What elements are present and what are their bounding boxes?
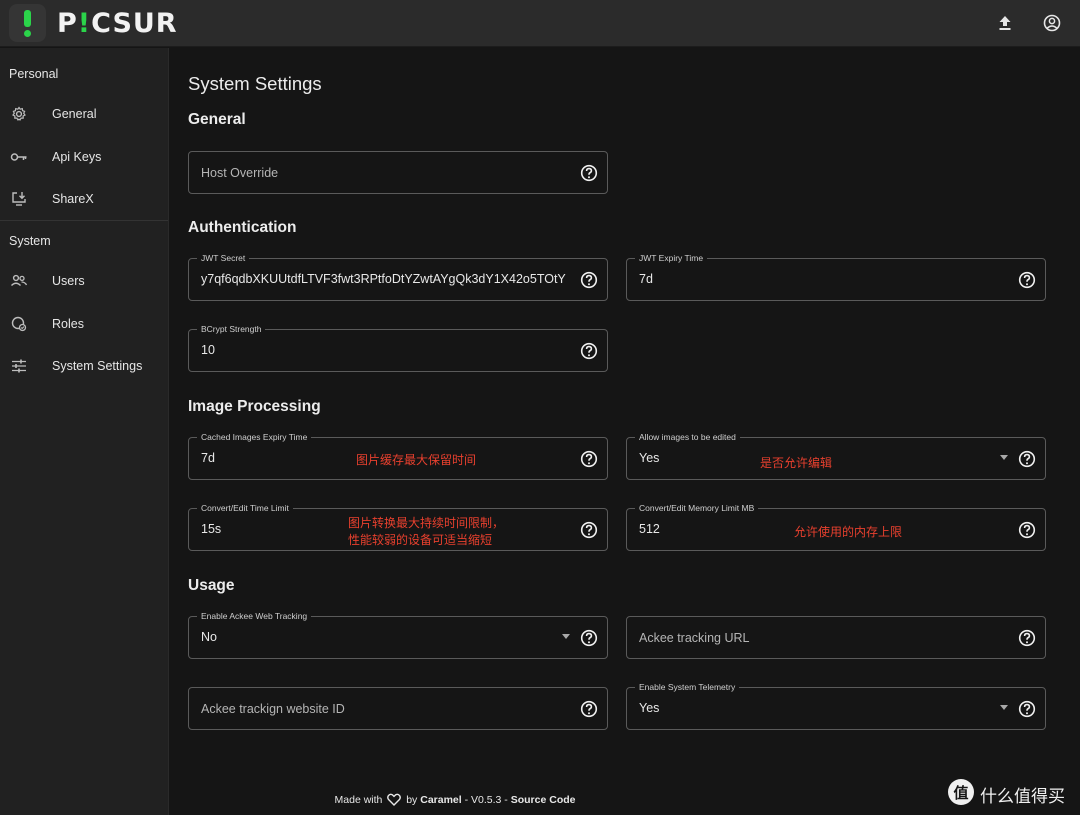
help-icon[interactable] — [1018, 450, 1036, 468]
page-title: System Settings — [188, 73, 322, 94]
help-icon[interactable] — [1018, 521, 1036, 539]
chevron-down-icon[interactable] — [1000, 705, 1008, 710]
jwt-expiry-label: JWT Expiry Time — [635, 253, 708, 264]
host-override-field[interactable]: Host Override — [188, 151, 608, 194]
sidebar-item-system-settings[interactable]: System Settings — [0, 346, 168, 386]
footer-version: - V0.5.3 - — [461, 794, 511, 806]
allow-edit-value: Yes — [639, 451, 660, 465]
gear-icon — [10, 105, 28, 123]
watermark-text: 什么值得买 — [980, 787, 1065, 807]
ackee-tracking-select[interactable]: Enable Ackee Web Tracking No — [188, 611, 608, 659]
help-icon[interactable] — [580, 629, 598, 647]
sidebar-item-label: System Settings — [52, 359, 143, 373]
help-icon[interactable] — [1018, 700, 1036, 718]
section-usage-heading: Usage — [188, 577, 235, 594]
sidebar-item-sharex[interactable]: ShareX — [0, 179, 168, 219]
annotation-convert-time-line2: 性能较弱的设备可适当缩短 — [348, 533, 493, 547]
footer-source-code-link[interactable]: Source Code — [511, 794, 576, 806]
sidebar-item-label: Api Keys — [52, 150, 102, 164]
annotation-allow-edit: 是否允许编辑 — [760, 456, 833, 470]
convert-memory-limit-value: 512 — [639, 522, 660, 536]
jwt-expiry-value: 7d — [639, 272, 653, 286]
help-icon[interactable] — [580, 700, 598, 718]
convert-time-limit-value: 15s — [201, 522, 222, 536]
jwt-expiry-field[interactable]: JWT Expiry Time 7d — [626, 253, 1046, 301]
sidebar-item-label: ShareX — [52, 192, 94, 206]
sidebar-item-general[interactable]: General — [0, 94, 168, 134]
footer-by: by — [406, 794, 418, 806]
app-logo-icon[interactable] — [9, 4, 46, 42]
cached-images-expiry-label: Cached Images Expiry Time — [197, 432, 312, 443]
sidebar: Personal General Api Keys ShareX System … — [0, 48, 169, 815]
help-icon[interactable] — [580, 342, 598, 360]
footer: Made with by Caramel - V0.5.3 - Source C… — [170, 793, 1080, 809]
convert-memory-limit-label: Convert/Edit Memory Limit MB — [635, 503, 759, 514]
install-desktop-icon — [10, 190, 28, 208]
bcrypt-strength-value: 10 — [201, 343, 215, 357]
annotation-convert-time-line1: 图片转换最大持续时间限制， — [348, 516, 505, 530]
jwt-secret-field[interactable]: JWT Secret y7qf6qdbXKUUtdfLTVF3fwt3RPtfo… — [188, 253, 608, 301]
sidebar-item-label: Roles — [52, 317, 84, 331]
users-icon — [10, 272, 28, 290]
section-authentication-heading: Authentication — [188, 219, 297, 236]
jwt-secret-value: y7qf6qdbXKUUtdfLTVF3fwt3RPtfoDtYZwtAYgQk… — [201, 272, 566, 286]
help-icon[interactable] — [580, 521, 598, 539]
help-icon[interactable] — [580, 164, 598, 182]
sidebar-divider — [0, 220, 168, 221]
ackee-website-id-placeholder: Ackee trackign website ID — [201, 702, 345, 716]
top-bar: P!CSUR — [0, 0, 1080, 47]
tune-icon — [10, 357, 28, 375]
ackee-tracking-label: Enable Ackee Web Tracking — [197, 611, 312, 622]
account-circle-icon[interactable] — [1042, 13, 1062, 33]
sidebar-item-label: Users — [52, 274, 85, 288]
chevron-down-icon[interactable] — [562, 634, 570, 639]
jwt-secret-label: JWT Secret — [197, 253, 250, 264]
convert-time-limit-label: Convert/Edit Time Limit — [197, 503, 293, 514]
ackee-tracking-value: No — [201, 630, 217, 644]
heart-icon — [387, 793, 402, 809]
sidebar-item-label: General — [52, 107, 97, 121]
chevron-down-icon[interactable] — [1000, 455, 1008, 460]
annotation-cached-expiry: 图片缓存最大保留时间 — [356, 453, 477, 467]
help-icon[interactable] — [1018, 629, 1036, 647]
ackee-url-placeholder: Ackee tracking URL — [639, 631, 750, 645]
upload-icon[interactable] — [995, 13, 1015, 33]
help-icon[interactable] — [580, 271, 598, 289]
host-override-placeholder: Host Override — [201, 166, 279, 180]
cached-images-expiry-value: 7d — [201, 451, 215, 465]
key-icon — [10, 148, 28, 166]
footer-made-with: Made with — [334, 794, 383, 806]
roles-icon — [10, 315, 28, 333]
watermark-logo-icon: 值 — [948, 779, 974, 805]
sidebar-header-personal: Personal — [9, 67, 59, 81]
watermark: 值 什么值得买 — [948, 779, 1076, 807]
system-telemetry-select[interactable]: Enable System Telemetry Yes — [626, 682, 1046, 730]
system-telemetry-label: Enable System Telemetry — [635, 682, 740, 693]
section-image-processing-heading: Image Processing — [188, 398, 321, 415]
bcrypt-strength-field[interactable]: BCrypt Strength 10 — [188, 324, 608, 372]
allow-edit-label: Allow images to be edited — [635, 432, 740, 443]
help-icon[interactable] — [580, 450, 598, 468]
sidebar-item-api-keys[interactable]: Api Keys — [0, 137, 168, 177]
sidebar-item-users[interactable]: Users — [0, 261, 168, 301]
footer-author-link[interactable]: Caramel — [420, 794, 461, 806]
sidebar-item-roles[interactable]: Roles — [0, 304, 168, 344]
section-general-heading: General — [188, 111, 246, 128]
annotation-convert-memory: 允许使用的内存上限 — [794, 525, 903, 539]
help-icon[interactable] — [1018, 271, 1036, 289]
bcrypt-strength-label: BCrypt Strength — [197, 324, 266, 335]
app-logo-text[interactable]: P!CSUR — [57, 8, 178, 40]
system-telemetry-value: Yes — [639, 701, 660, 715]
allow-edit-select[interactable]: Allow images to be edited Yes — [626, 432, 1046, 480]
sidebar-header-system: System — [9, 234, 51, 248]
ackee-url-field[interactable]: Ackee tracking URL — [626, 616, 1046, 659]
ackee-website-id-field[interactable]: Ackee trackign website ID — [188, 687, 608, 730]
